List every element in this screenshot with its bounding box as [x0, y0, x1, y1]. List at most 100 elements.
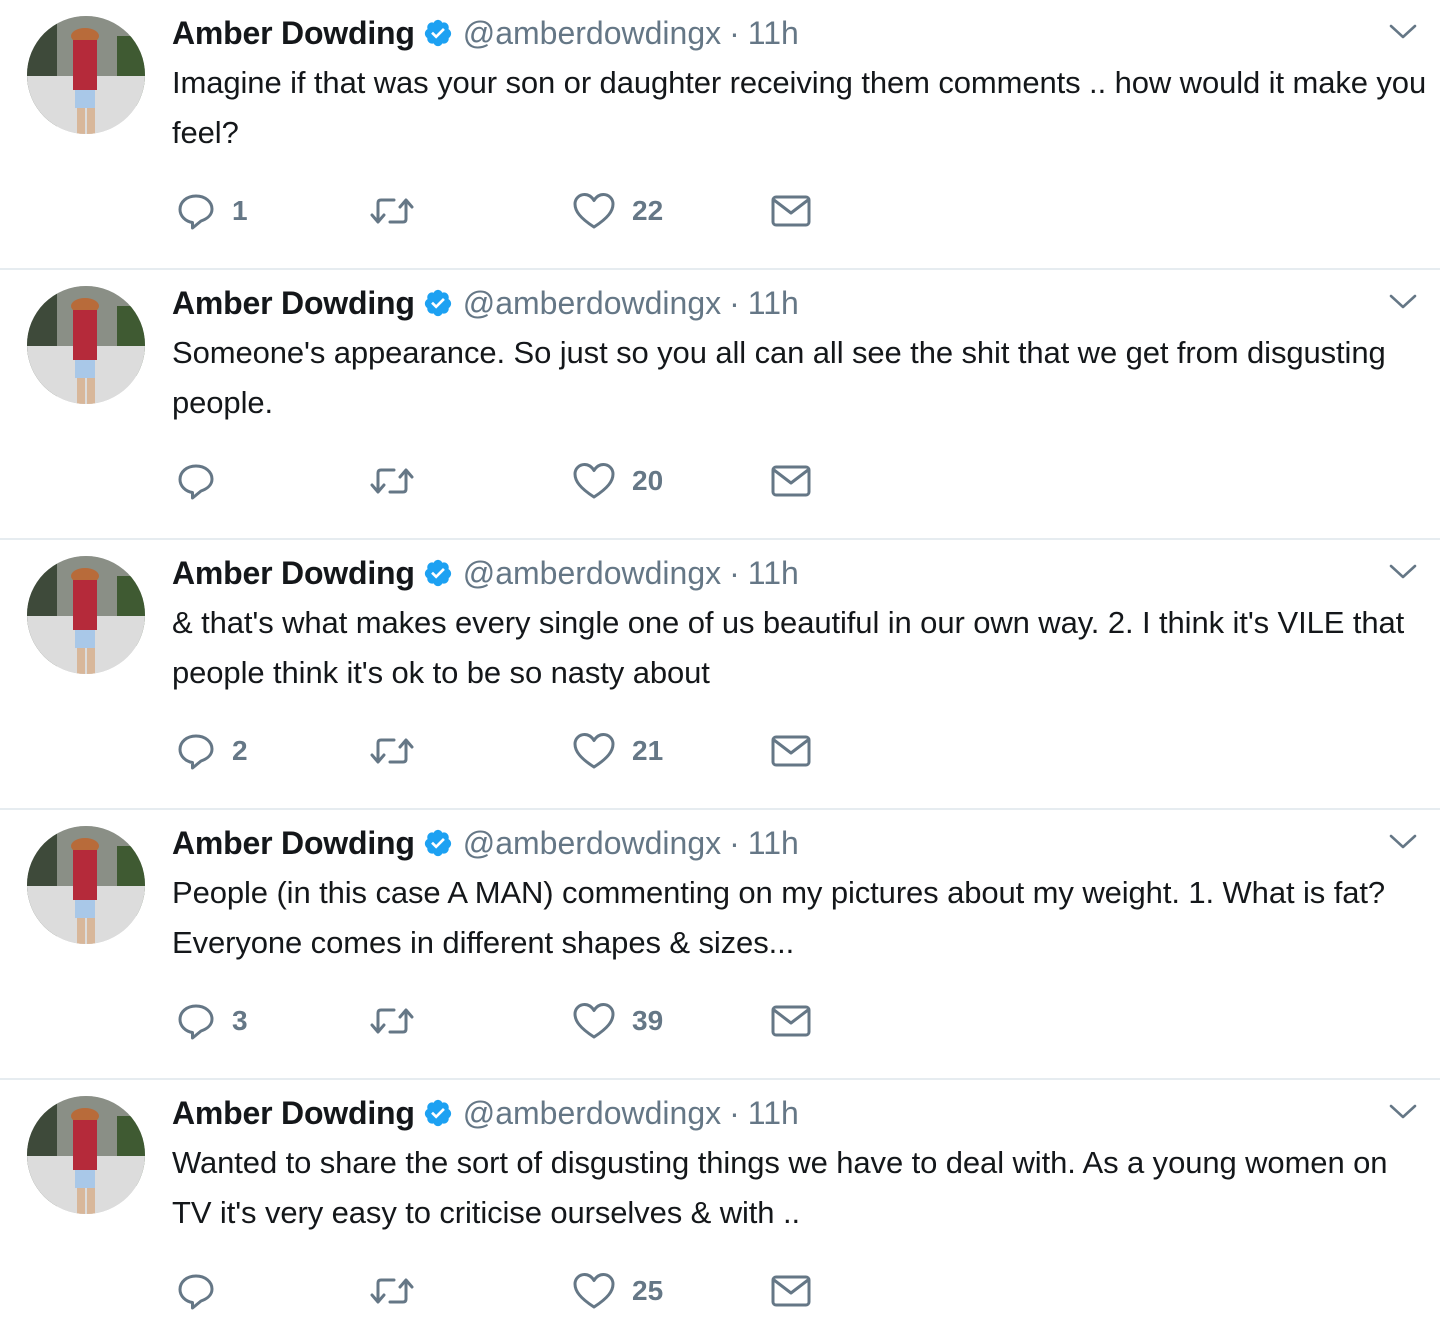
- timestamp[interactable]: 11h: [748, 1095, 799, 1132]
- retweet-button[interactable]: [368, 994, 432, 1048]
- tweet[interactable]: Amber Dowding @amberdowdingx · 11h & tha…: [0, 540, 1440, 810]
- retweet-button[interactable]: [368, 1264, 432, 1318]
- author-name[interactable]: Amber Dowding: [172, 15, 415, 52]
- like-count: 39: [632, 1005, 664, 1036]
- avatar[interactable]: [27, 16, 145, 134]
- tweet-header: Amber Dowding @amberdowdingx · 11h: [172, 10, 799, 56]
- author-name[interactable]: Amber Dowding: [172, 825, 415, 862]
- retweet-icon: [368, 461, 416, 501]
- retweet-icon: [368, 1271, 416, 1311]
- separator: ·: [729, 14, 740, 51]
- tweet-text: Imagine if that was your son or daughter…: [172, 65, 1427, 150]
- separator: ·: [729, 554, 740, 591]
- like-icon: [572, 731, 616, 771]
- retweet-icon: [368, 731, 416, 771]
- author-handle[interactable]: @amberdowdingx: [463, 15, 721, 52]
- reply-icon: [176, 731, 216, 771]
- reply-count: 3: [232, 1005, 248, 1036]
- timestamp[interactable]: 11h: [748, 15, 799, 52]
- like-count: 25: [632, 1275, 664, 1306]
- author-name[interactable]: Amber Dowding: [172, 285, 415, 322]
- tweet-timeline: Amber Dowding @amberdowdingx · 11h Imagi…: [0, 0, 1440, 1344]
- separator: ·: [729, 284, 740, 321]
- author-handle[interactable]: @amberdowdingx: [463, 1095, 721, 1132]
- tweet-actions: 3 39: [172, 994, 872, 1048]
- chevron-down-icon[interactable]: [1388, 832, 1418, 852]
- reply-icon: [176, 1271, 216, 1311]
- reply-button[interactable]: 3: [176, 994, 248, 1048]
- author-handle[interactable]: @amberdowdingx: [463, 825, 721, 862]
- like-icon: [572, 1001, 616, 1041]
- direct-message-icon: [770, 1271, 812, 1311]
- like-count: 22: [632, 195, 664, 226]
- like-icon: [572, 191, 616, 231]
- direct-message-button[interactable]: [770, 454, 812, 508]
- chevron-down-icon[interactable]: [1388, 562, 1418, 582]
- reply-count: 1: [232, 195, 248, 226]
- direct-message-button[interactable]: [770, 724, 812, 778]
- tweet-header: Amber Dowding @amberdowdingx · 11h: [172, 820, 799, 866]
- tweet-text: Wanted to share the sort of disgusting t…: [172, 1145, 1388, 1230]
- tweet-actions: 1 22: [172, 184, 872, 238]
- author-handle[interactable]: @amberdowdingx: [463, 285, 721, 322]
- tweet[interactable]: Amber Dowding @amberdowdingx · 11h Wante…: [0, 1080, 1440, 1336]
- reply-icon: [176, 461, 216, 501]
- tweet[interactable]: Amber Dowding @amberdowdingx · 11h Peopl…: [0, 810, 1440, 1080]
- reply-icon: [176, 1001, 216, 1041]
- like-button[interactable]: 21: [572, 724, 663, 778]
- retweet-icon: [368, 191, 416, 231]
- like-button[interactable]: 22: [572, 184, 663, 238]
- avatar[interactable]: [27, 556, 145, 674]
- reply-icon: [176, 191, 216, 231]
- tweet-actions: 20: [172, 454, 872, 508]
- author-handle[interactable]: @amberdowdingx: [463, 555, 721, 592]
- like-button[interactable]: 25: [572, 1264, 663, 1318]
- avatar[interactable]: [27, 286, 145, 404]
- reply-button[interactable]: [176, 1264, 232, 1318]
- like-icon: [572, 461, 616, 501]
- like-button[interactable]: 20: [572, 454, 663, 508]
- direct-message-button[interactable]: [770, 994, 812, 1048]
- chevron-down-icon[interactable]: [1388, 1102, 1418, 1122]
- separator: ·: [729, 1094, 740, 1131]
- like-count: 21: [632, 735, 664, 766]
- retweet-button[interactable]: [368, 454, 432, 508]
- avatar[interactable]: [27, 1096, 145, 1214]
- direct-message-button[interactable]: [770, 184, 812, 238]
- tweet[interactable]: Amber Dowding @amberdowdingx · 11h Someo…: [0, 270, 1440, 540]
- chevron-down-icon[interactable]: [1388, 22, 1418, 42]
- retweet-button[interactable]: [368, 184, 432, 238]
- direct-message-icon: [770, 461, 812, 501]
- verified-badge-icon: [423, 288, 453, 318]
- avatar[interactable]: [27, 826, 145, 944]
- separator: ·: [729, 824, 740, 861]
- author-name[interactable]: Amber Dowding: [172, 1095, 415, 1132]
- verified-badge-icon: [423, 18, 453, 48]
- timestamp[interactable]: 11h: [748, 825, 799, 862]
- reply-button[interactable]: 2: [176, 724, 248, 778]
- tweet-actions: 25: [172, 1264, 872, 1318]
- direct-message-icon: [770, 731, 812, 771]
- direct-message-button[interactable]: [770, 1264, 812, 1318]
- like-count: 20: [632, 465, 664, 496]
- reply-button[interactable]: 1: [176, 184, 248, 238]
- author-name[interactable]: Amber Dowding: [172, 555, 415, 592]
- tweet-header: Amber Dowding @amberdowdingx · 11h: [172, 280, 799, 326]
- reply-button[interactable]: [176, 454, 232, 508]
- verified-badge-icon: [423, 1098, 453, 1128]
- tweet-header: Amber Dowding @amberdowdingx · 11h: [172, 1090, 799, 1136]
- direct-message-icon: [770, 1001, 812, 1041]
- retweet-button[interactable]: [368, 724, 432, 778]
- tweet-text: People (in this case A MAN) commenting o…: [172, 875, 1385, 960]
- tweet-text: Someone's appearance. So just so you all…: [172, 335, 1386, 420]
- tweet-text: & that's what makes every single one of …: [172, 605, 1405, 690]
- timestamp[interactable]: 11h: [748, 555, 799, 592]
- verified-badge-icon: [423, 558, 453, 588]
- chevron-down-icon[interactable]: [1388, 292, 1418, 312]
- tweet-actions: 2 21: [172, 724, 872, 778]
- timestamp[interactable]: 11h: [748, 285, 799, 322]
- verified-badge-icon: [423, 828, 453, 858]
- retweet-icon: [368, 1001, 416, 1041]
- tweet[interactable]: Amber Dowding @amberdowdingx · 11h Imagi…: [0, 0, 1440, 270]
- like-button[interactable]: 39: [572, 994, 663, 1048]
